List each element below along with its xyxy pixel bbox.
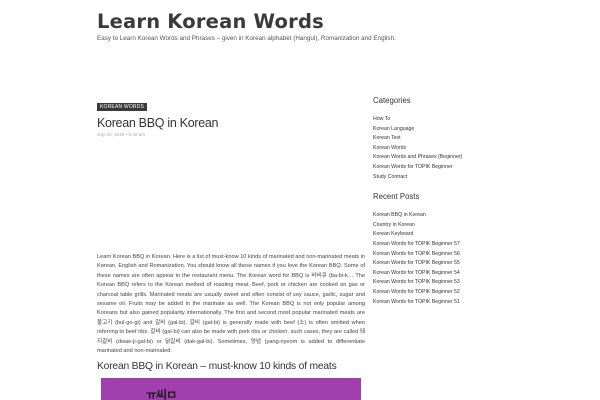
recent-post-link[interactable]: Korean BBQ in Korean [373, 211, 533, 221]
site-description: Easy to Learn Korean Words and Phrases –… [97, 35, 396, 42]
recent-post-link[interactable]: Korean Words for TOPIK Beginner 53 [373, 278, 533, 288]
categories-list: How To Korean Language Korean Test Korea… [373, 115, 533, 182]
category-link[interactable]: How To [373, 115, 533, 125]
recent-post-link[interactable]: Korean Words for TOPIK Beginner 57 [373, 240, 533, 250]
recent-post-link[interactable]: Korean Words for TOPIK Beginner 54 [373, 269, 533, 279]
category-link[interactable]: Korean Words for TOPIK Beginner [373, 163, 533, 173]
category-link[interactable]: Korean Test [373, 134, 533, 144]
recent-posts-title: Recent Posts [373, 192, 420, 202]
category-badge[interactable]: KOREAN WORDS [97, 103, 148, 111]
recent-posts-list: Korean BBQ in Korean Country in Korean K… [373, 211, 533, 307]
post-image: ㅠ씨ㅁ [101, 378, 361, 400]
post-body: Learn Korean BBQ in Korean. Here is a li… [97, 254, 365, 355]
recent-post-link[interactable]: Country in Korean [373, 221, 533, 231]
category-link[interactable]: Study Contract [373, 173, 533, 183]
post-title[interactable]: Korean BBQ in Korean [97, 116, 365, 130]
category-link[interactable]: Korean Words [373, 144, 533, 154]
site-title[interactable]: Learn Korean Words [97, 10, 324, 33]
image-brush-text: ㅠ씨ㅁ [146, 388, 177, 400]
sidebar: Categories How To Korean Language Korean… [373, 96, 533, 307]
recent-post-link[interactable]: Korean Words for TOPIK Beginner 55 [373, 259, 533, 269]
post-date[interactable]: July 10, 2015 • 6:42 am [97, 132, 365, 137]
recent-post-link[interactable]: Korean Words for TOPIK Beginner 56 [373, 250, 533, 260]
recent-post-link[interactable]: Korean Keyboard [373, 230, 533, 240]
recent-post-link[interactable]: Korean Words for TOPIK Beginner 52 [373, 288, 533, 298]
category-link[interactable]: Korean Language [373, 125, 533, 135]
post-subheading: Korean BBQ in Korean – must-know 10 kind… [97, 361, 337, 372]
categories-title: Categories [373, 96, 411, 105]
recent-posts-widget: Recent Posts Korean BBQ in Korean Countr… [373, 192, 533, 307]
recent-post-link[interactable]: Korean Words for TOPIK Beginner 51 [373, 298, 533, 308]
post-header: KOREAN WORDS Korean BBQ in Korean July 1… [97, 95, 365, 137]
category-link[interactable]: Korean Words and Phrases (Beginner) [373, 153, 533, 163]
categories-widget: Categories How To Korean Language Korean… [373, 96, 533, 182]
